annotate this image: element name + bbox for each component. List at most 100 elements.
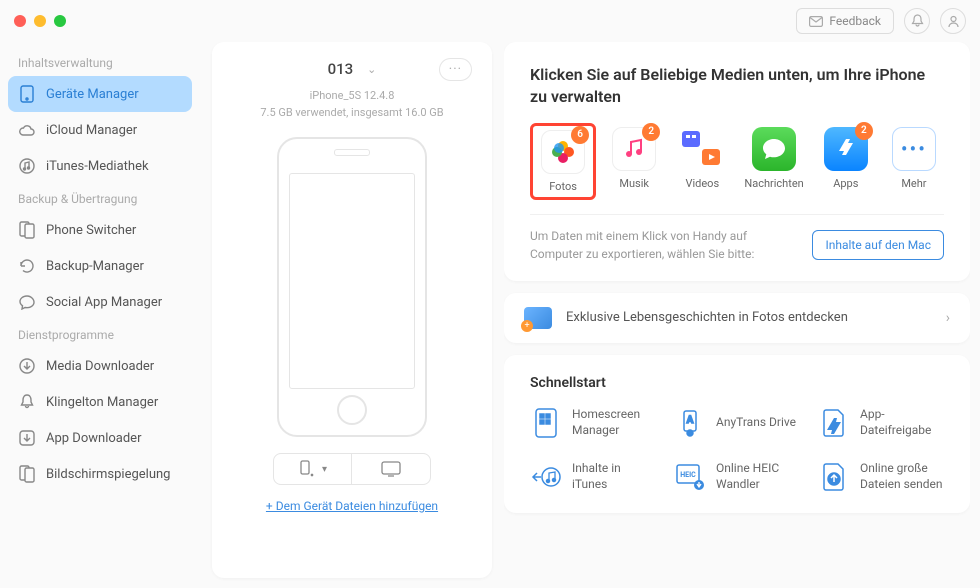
quick-label: Inhalte in iTunes xyxy=(572,461,656,492)
notifications-button[interactable] xyxy=(904,8,930,34)
media-label: Apps xyxy=(833,177,858,190)
device-info: iPhone_5S 12.4.8 7.5 GB verwendet, insge… xyxy=(260,88,443,121)
media-label: Nachrichten xyxy=(744,177,803,190)
quickstart-title: Schnellstart xyxy=(530,375,944,391)
sidebar-item-social[interactable]: Social App Manager xyxy=(8,284,192,320)
badge: 6 xyxy=(571,126,589,144)
media-item-videos[interactable]: Videos xyxy=(672,123,732,200)
homescreen-icon xyxy=(530,407,562,439)
music-icon xyxy=(622,137,646,161)
sidebar-group-title: Inhaltsverwaltung xyxy=(8,48,192,76)
sidebar-item-icloud[interactable]: iCloud Manager xyxy=(8,112,192,148)
heic-icon: HEIC xyxy=(674,461,706,493)
bell-icon xyxy=(18,393,36,411)
minimize-dot[interactable] xyxy=(34,15,46,27)
mail-icon xyxy=(809,16,823,27)
switch-icon xyxy=(18,221,36,239)
sidebar-item-label: Backup-Manager xyxy=(46,259,144,274)
sidebar-item-label: Phone Switcher xyxy=(46,223,136,238)
media-title: Klicken Sie auf Beliebige Medien unten, … xyxy=(530,64,944,109)
media-label: Fotos xyxy=(549,180,577,193)
sidebar-item-mirror[interactable]: Bildschirmspiegelung xyxy=(8,456,192,492)
sidebar: Inhaltsverwaltung Geräte Manager iCloud … xyxy=(0,42,200,578)
promo-icon xyxy=(524,307,552,329)
maximize-dot[interactable] xyxy=(54,15,66,27)
export-button[interactable]: Inhalte auf den Mac xyxy=(812,230,944,260)
sidebar-item-device-manager[interactable]: Geräte Manager xyxy=(8,76,192,112)
svg-text:HEIC: HEIC xyxy=(680,471,696,479)
messages-icon xyxy=(761,137,787,161)
close-dot[interactable] xyxy=(14,15,26,27)
chat-icon xyxy=(18,293,36,311)
quick-label: Homescreen Manager xyxy=(572,407,656,438)
sidebar-item-itunes[interactable]: iTunes-Mediathek xyxy=(8,148,192,184)
device-more-button[interactable]: ··· xyxy=(439,58,472,81)
drive-icon: A xyxy=(674,407,706,439)
badge: 2 xyxy=(642,123,660,141)
device-icon xyxy=(18,85,36,103)
sidebar-group-title: Backup & Übertragung xyxy=(8,184,192,212)
chevron-right-icon: › xyxy=(946,310,950,326)
monitor-icon xyxy=(381,461,401,477)
feedback-button[interactable]: Feedback xyxy=(796,8,894,34)
media-label: Musik xyxy=(619,177,649,190)
quickstart-panel: Schnellstart Homescreen Manager A AnyTra… xyxy=(504,355,970,513)
sidebar-item-label: Media Downloader xyxy=(46,359,154,374)
quick-homescreen[interactable]: Homescreen Manager xyxy=(530,407,656,439)
window-controls[interactable] xyxy=(14,15,66,27)
media-label: Videos xyxy=(685,177,719,190)
device-action-screen[interactable] xyxy=(352,454,430,484)
app-download-icon xyxy=(18,429,36,447)
promo-banner[interactable]: Exklusive Lebensgeschichten in Fotos ent… xyxy=(504,293,970,343)
cloud-icon xyxy=(18,121,36,139)
sidebar-item-backup[interactable]: Backup-Manager xyxy=(8,248,192,284)
sidebar-item-app-downloader[interactable]: App Downloader xyxy=(8,420,192,456)
device-dropdown[interactable]: ⌄ xyxy=(367,63,376,76)
sidebar-item-label: iCloud Manager xyxy=(46,123,137,138)
media-item-musik[interactable]: 2 Musik xyxy=(604,123,664,200)
videos-icon xyxy=(680,127,724,171)
music-note-icon xyxy=(18,157,36,175)
upload-file-icon xyxy=(818,461,850,493)
media-item-mehr[interactable]: ••• Mehr xyxy=(884,123,944,200)
quick-send-files[interactable]: Online große Dateien senden xyxy=(818,461,944,493)
quick-label: AnyTrans Drive xyxy=(716,415,796,431)
device-name: 013 xyxy=(328,60,354,78)
quick-label: Online HEIC Wandler xyxy=(716,461,800,492)
quick-app-filesharing[interactable]: App-Dateifreigabe xyxy=(818,407,944,439)
filesharing-icon xyxy=(818,407,850,439)
export-text: Um Daten mit einem Klick von Handy auf C… xyxy=(530,227,798,263)
quick-itunes[interactable]: Inhalte in iTunes xyxy=(530,461,656,493)
sidebar-item-phone-switcher[interactable]: Phone Switcher xyxy=(8,212,192,248)
device-panel: 013 ⌄ ··· iPhone_5S 12.4.8 7.5 GB verwen… xyxy=(212,42,492,578)
sidebar-group-title: Dienstprogramme xyxy=(8,320,192,348)
media-item-apps[interactable]: 2 Apps xyxy=(816,123,876,200)
user-icon xyxy=(947,15,960,28)
account-button[interactable] xyxy=(940,8,966,34)
download-icon xyxy=(18,357,36,375)
sidebar-item-label: Social App Manager xyxy=(46,295,162,310)
media-item-nachrichten[interactable]: Nachrichten xyxy=(740,123,807,200)
media-label: Mehr xyxy=(901,177,926,190)
quick-label: Online große Dateien senden xyxy=(860,461,944,492)
media-panel: Klicken Sie auf Beliebige Medien unten, … xyxy=(504,42,970,281)
feedback-label: Feedback xyxy=(829,14,881,28)
sidebar-item-label: Klingelton Manager xyxy=(46,395,158,410)
sidebar-item-media-downloader[interactable]: Media Downloader xyxy=(8,348,192,384)
quick-anytrans-drive[interactable]: A AnyTrans Drive xyxy=(674,407,800,439)
quick-heic[interactable]: HEIC Online HEIC Wandler xyxy=(674,461,800,493)
sidebar-item-ringtone[interactable]: Klingelton Manager xyxy=(8,384,192,420)
media-item-fotos[interactable]: 6 Fotos xyxy=(530,123,596,200)
promo-text: Exklusive Lebensgeschichten in Fotos ent… xyxy=(566,310,932,325)
sidebar-item-label: App Downloader xyxy=(46,431,141,446)
backup-icon xyxy=(18,257,36,275)
appstore-icon xyxy=(833,136,859,162)
device-action-content[interactable]: ▾ xyxy=(274,454,352,484)
sidebar-item-label: Bildschirmspiegelung xyxy=(46,467,170,482)
sidebar-item-label: Geräte Manager xyxy=(46,87,139,102)
bell-icon xyxy=(911,14,924,28)
badge: 2 xyxy=(855,122,873,140)
device-storage: 7.5 GB verwendet, insgesamt 16.0 GB xyxy=(260,105,443,122)
svg-text:A: A xyxy=(687,415,694,426)
add-files-link[interactable]: + Dem Gerät Dateien hinzufügen xyxy=(266,499,438,513)
